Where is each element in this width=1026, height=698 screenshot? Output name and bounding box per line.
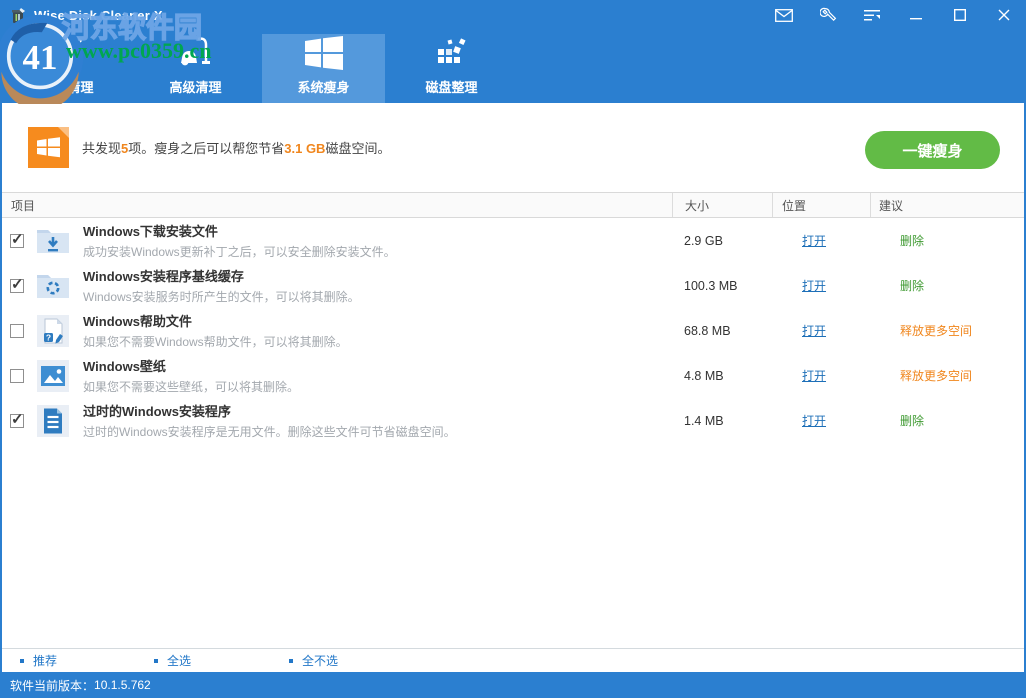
row-title: Windows壁纸 — [83, 356, 299, 375]
open-link[interactable]: 打开 — [781, 279, 826, 293]
suggestion-link[interactable]: 释放更多空间 — [878, 324, 972, 338]
row-checkbox[interactable] — [10, 279, 24, 293]
row-checkbox[interactable] — [10, 369, 24, 383]
table-header: 项目 大小 位置 建议 — [2, 192, 1024, 218]
suggestion-link[interactable]: 释放更多空间 — [878, 369, 972, 383]
broom-icon — [48, 31, 88, 71]
one-click-slim-button[interactable]: 一键瘦身 — [865, 131, 1000, 169]
table-row: 过时的Windows安装程序 过时的Windows安装程序是无用文件。删除这些文… — [2, 398, 1024, 443]
wallpaper-icon — [35, 358, 71, 394]
tab-label: 常规清理 — [41, 77, 93, 96]
slim-summary-icon — [28, 127, 69, 168]
tab-label: 系统瘦身 — [297, 77, 349, 96]
empty-area — [2, 443, 1024, 648]
app-logo-icon — [10, 7, 27, 24]
row-size: 68.8 MB — [672, 324, 772, 338]
recommend-link[interactable]: 推荐 — [20, 652, 57, 669]
defrag-icon — [434, 34, 470, 71]
installer-doc-icon — [35, 403, 71, 439]
header-size: 大小 — [672, 193, 772, 217]
row-title: Windows安装程序基线缓存 — [83, 266, 360, 285]
minimize-button[interactable] — [894, 0, 938, 30]
bullet-icon — [20, 659, 24, 663]
row-checkbox[interactable] — [10, 324, 24, 338]
row-title: Windows下载安装文件 — [83, 221, 396, 240]
row-description: 如果您不需要Windows帮助文件，可以将其删除。 — [83, 333, 348, 350]
maximize-button[interactable] — [938, 0, 982, 30]
tab-system-slim[interactable]: 系统瘦身 — [262, 34, 385, 103]
download-folder-icon — [35, 223, 71, 259]
app-header: Wise Disk Cleaner X — [0, 0, 1026, 103]
tab-disk-defrag[interactable]: 磁盘整理 — [390, 34, 513, 103]
close-button[interactable] — [982, 0, 1026, 30]
table-row: Windows壁纸 如果您不需要这些壁纸，可以将其删除。 4.8 MB 打开 释… — [2, 353, 1024, 398]
row-description: Windows安装服务时所产生的文件，可以将其删除。 — [83, 288, 360, 305]
row-size: 1.4 MB — [672, 414, 772, 428]
version-value: 10.1.5.762 — [94, 678, 151, 692]
open-link[interactable]: 打开 — [781, 369, 826, 383]
row-description: 成功安装Windows更新补丁之后，可以安全删除安装文件。 — [83, 243, 396, 260]
header-item: 项目 — [2, 193, 672, 217]
menu-icon[interactable] — [850, 0, 894, 30]
status-bar: 软件当前版本：10.1.5.762 — [0, 672, 1026, 698]
select-all-link[interactable]: 全选 — [154, 652, 191, 669]
selection-toolbar: 推荐 全选 全不选 — [2, 648, 1024, 672]
savings-size: 3.1 GB — [284, 141, 325, 156]
bullet-icon — [154, 659, 158, 663]
vacuum-icon — [176, 31, 216, 71]
row-size: 2.9 GB — [672, 234, 772, 248]
titlebar: Wise Disk Cleaner X — [0, 0, 1026, 30]
open-link[interactable]: 打开 — [781, 324, 826, 338]
main-content: 共发现5项。瘦身之后可以帮您节省3.1 GB磁盘空间。 一键瘦身 项目 大小 位… — [0, 103, 1026, 672]
summary-bar: 共发现5项。瘦身之后可以帮您节省3.1 GB磁盘空间。 一键瘦身 — [2, 103, 1024, 192]
bullet-icon — [289, 659, 293, 663]
row-checkbox[interactable] — [10, 414, 24, 428]
header-suggestion: 建议 — [870, 193, 1024, 217]
help-file-icon: ? — [35, 313, 71, 349]
installer-cache-icon — [35, 268, 71, 304]
row-checkbox[interactable] — [10, 234, 24, 248]
suggestion-link[interactable]: 删除 — [878, 234, 924, 248]
table-row: Windows安装程序基线缓存 Windows安装服务时所产生的文件，可以将其删… — [2, 263, 1024, 308]
table-row: Windows下载安装文件 成功安装Windows更新补丁之后，可以安全删除安装… — [2, 218, 1024, 263]
wrench-icon[interactable] — [806, 0, 850, 30]
tab-label: 高级清理 — [169, 77, 221, 96]
open-link[interactable]: 打开 — [781, 414, 826, 428]
tab-advanced-clean[interactable]: 高级清理 — [134, 34, 257, 103]
suggestion-link[interactable]: 删除 — [878, 414, 924, 428]
suggestion-link[interactable]: 删除 — [878, 279, 924, 293]
windows-icon — [305, 34, 343, 71]
select-none-link[interactable]: 全不选 — [289, 652, 338, 669]
row-title: 过时的Windows安装程序 — [83, 401, 456, 420]
row-description: 如果您不需要这些壁纸，可以将其删除。 — [83, 378, 299, 395]
tab-label: 磁盘整理 — [425, 77, 477, 96]
open-link[interactable]: 打开 — [781, 234, 826, 248]
header-location: 位置 — [772, 193, 870, 217]
tab-normal-clean[interactable]: 常规清理 — [6, 34, 129, 103]
table-row: ? Windows帮助文件 如果您不需要Windows帮助文件，可以将其删除。 … — [2, 308, 1024, 353]
mail-icon[interactable] — [762, 0, 806, 30]
row-description: 过时的Windows安装程序是无用文件。删除这些文件可节省磁盘空间。 — [83, 423, 456, 440]
summary-text: 共发现5项。瘦身之后可以帮您节省3.1 GB磁盘空间。 — [82, 138, 390, 157]
window-title: Wise Disk Cleaner X — [34, 8, 163, 23]
row-size: 100.3 MB — [672, 279, 772, 293]
row-title: Windows帮助文件 — [83, 311, 348, 330]
main-tabs: 常规清理 高级清理 系统瘦身 磁盘整理 — [6, 34, 513, 103]
svg-text:?: ? — [46, 332, 51, 342]
row-size: 4.8 MB — [672, 369, 772, 383]
version-label: 软件当前版本： — [10, 677, 94, 694]
